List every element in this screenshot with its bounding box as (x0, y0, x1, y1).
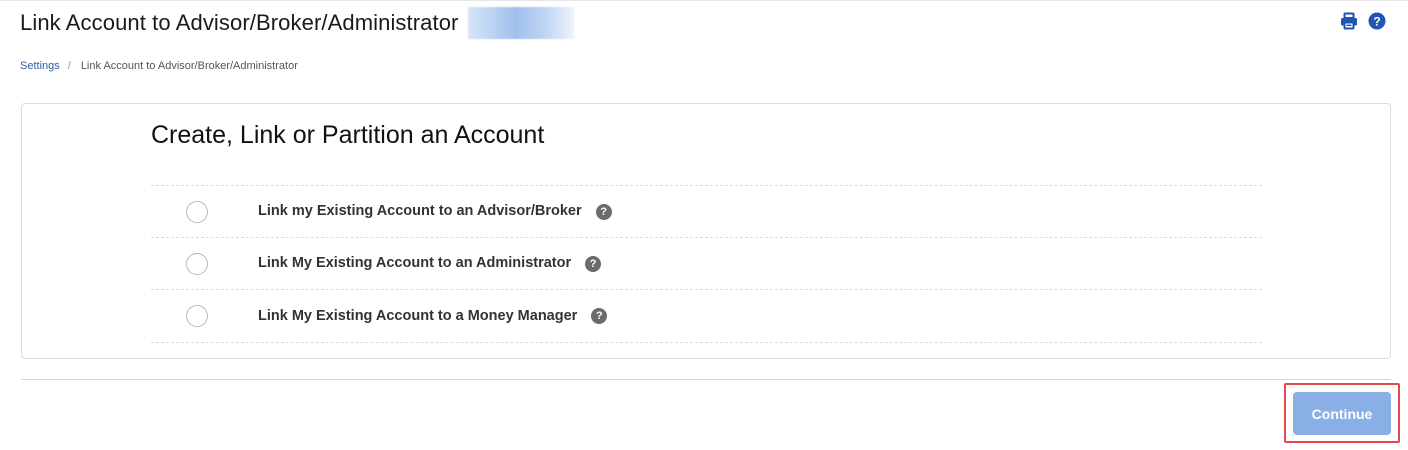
radio-money-manager[interactable] (186, 305, 208, 327)
breadcrumb: Settings / Link Account to Advisor/Broke… (20, 60, 298, 72)
help-icon[interactable]: ? (591, 308, 608, 325)
svg-text:?: ? (1373, 14, 1380, 28)
help-circle-icon[interactable]: ? (1368, 12, 1386, 30)
help-icon[interactable]: ? (595, 203, 612, 220)
page-header: Link Account to Advisor/Broker/Administr… (20, 7, 575, 39)
continue-button[interactable]: Continue (1293, 392, 1391, 435)
option-label-advisor-broker: Link my Existing Account to an Advisor/B… (258, 203, 612, 220)
top-divider (0, 0, 1408, 1)
option-label-administrator: Link My Existing Account to an Administr… (258, 255, 602, 272)
option-text: Link My Existing Account to a Money Mana… (258, 307, 578, 324)
breadcrumb-current: Link Account to Advisor/Broker/Administr… (80, 60, 298, 72)
print-icon[interactable] (1340, 12, 1358, 30)
option-label-money-manager: Link My Existing Account to a Money Mana… (258, 307, 608, 325)
page: Link Account to Advisor/Broker/Administr… (0, 0, 1408, 450)
option-list: Link my Existing Account to an Advisor/B… (151, 185, 1262, 343)
option-text: Link My Existing Account to an Administr… (258, 255, 572, 272)
header-tools: ? (1340, 12, 1386, 30)
account-options-card: Create, Link or Partition an Account Lin… (21, 103, 1391, 359)
card-title: Create, Link or Partition an Account (151, 121, 545, 149)
option-row-money-manager[interactable]: Link My Existing Account to a Money Mana… (151, 290, 1262, 343)
option-text: Link my Existing Account to an Advisor/B… (258, 203, 582, 220)
option-row-administrator[interactable]: Link My Existing Account to an Administr… (151, 238, 1262, 290)
footer-divider (21, 379, 1391, 380)
breadcrumb-separator: / (67, 60, 71, 72)
radio-administrator[interactable] (186, 252, 208, 275)
option-row-advisor-broker[interactable]: Link my Existing Account to an Advisor/B… (151, 186, 1262, 238)
redacted-account-number (468, 7, 575, 39)
breadcrumb-settings-link[interactable]: Settings (20, 60, 60, 72)
radio-advisor-broker[interactable] (186, 200, 208, 223)
page-title: Link Account to Advisor/Broker/Administr… (20, 10, 459, 35)
help-icon[interactable]: ? (585, 255, 602, 272)
